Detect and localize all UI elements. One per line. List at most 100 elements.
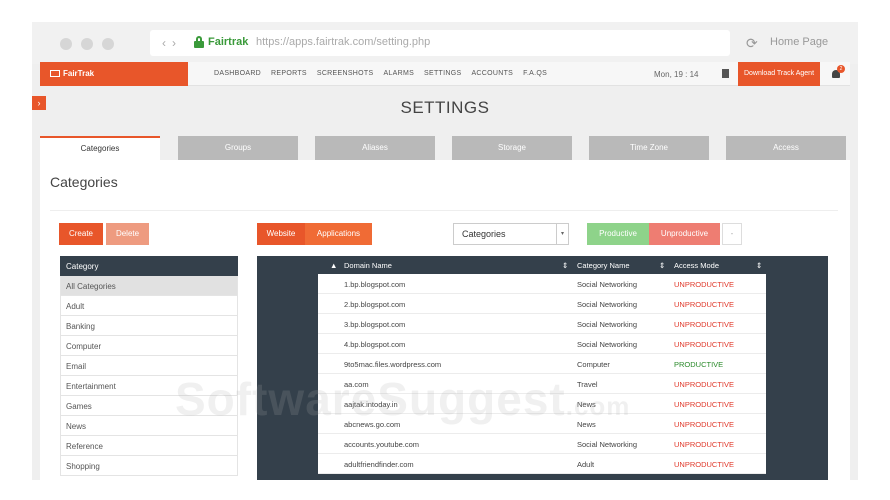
table-row[interactable]: 2.bp.blogspot.com Social Networking UNPROD… bbox=[318, 294, 766, 314]
settings-tabs: Categories Groups Aliases Storage Time Z… bbox=[40, 136, 850, 160]
list-item[interactable]: Computer bbox=[60, 336, 238, 356]
menu-dashboard[interactable]: DASHBOARD bbox=[214, 70, 261, 77]
list-item[interactable]: Banking bbox=[60, 316, 238, 336]
neutral-filter-button[interactable]: - bbox=[722, 223, 742, 245]
table-row[interactable]: adultfriendfinder.com Adult UNPRODUCTIVE bbox=[318, 454, 766, 474]
menu-accounts[interactable]: ACCOUNTS bbox=[471, 70, 513, 77]
download-agent-button[interactable]: Download Track Agent bbox=[738, 62, 820, 86]
menu-alarms[interactable]: ALARMS bbox=[383, 70, 414, 77]
domain-table: ▲ Domain Name ⇕ Category Name ⇕ Access M… bbox=[318, 256, 766, 474]
table-row[interactable]: 9to5mac.files.wordpress.com Computer PRODU… bbox=[318, 354, 766, 374]
window-close-dot[interactable] bbox=[60, 38, 72, 50]
table-row[interactable]: 1.bp.blogspot.com Social Networking UNPROD… bbox=[318, 274, 766, 294]
app-logo[interactable]: FairTrak bbox=[40, 62, 188, 86]
access-mode-cell: UNPRODUCTIVE bbox=[674, 320, 735, 329]
list-item[interactable]: Email bbox=[60, 356, 238, 376]
category-cell: Social Networking bbox=[577, 440, 638, 449]
list-item[interactable]: News bbox=[60, 416, 238, 436]
category-cell: Social Networking bbox=[577, 340, 638, 349]
domain-cell: 9to5mac.files.wordpress.com bbox=[344, 360, 442, 369]
category-list: Category All Categories Adult Banking Co… bbox=[60, 256, 238, 476]
access-mode-cell: UNPRODUCTIVE bbox=[674, 460, 735, 469]
sort-icon[interactable]: ⇕ bbox=[756, 261, 762, 270]
table-row[interactable]: aa.com Travel UNPRODUCTIVE bbox=[318, 374, 766, 394]
category-cell: Social Networking bbox=[577, 300, 638, 309]
unproductive-filter-button[interactable]: Unproductive bbox=[649, 223, 720, 245]
section-title: Categories bbox=[50, 174, 118, 190]
address-bar[interactable]: ‹› Fairtrak https://apps.fairtrak.com/se… bbox=[150, 30, 730, 56]
table-row[interactable]: 4.bp.blogspot.com Social Networking UNPROD… bbox=[318, 334, 766, 354]
browser-window: ‹› Fairtrak https://apps.fairtrak.com/se… bbox=[32, 22, 858, 480]
logo-text: FairTrak bbox=[63, 69, 95, 78]
list-item[interactable]: Adult bbox=[60, 296, 238, 316]
access-mode-cell: UNPRODUCTIVE bbox=[674, 440, 735, 449]
table-row[interactable]: accounts.youtube.com Social Networking UNP… bbox=[318, 434, 766, 454]
tab-aliases[interactable]: Aliases bbox=[315, 136, 435, 160]
page-title: SETTINGS bbox=[400, 98, 490, 117]
category-cell: News bbox=[577, 400, 596, 409]
category-select[interactable]: Categories ▾ bbox=[453, 223, 569, 245]
domain-panel: ▲ Domain Name ⇕ Category Name ⇕ Access M… bbox=[257, 256, 828, 480]
domain-cell: aa.com bbox=[344, 380, 369, 389]
domain-cell: 2.bp.blogspot.com bbox=[344, 300, 406, 309]
monitor-icon bbox=[50, 70, 60, 77]
access-mode-cell: UNPRODUCTIVE bbox=[674, 300, 735, 309]
window-maximize-dot[interactable] bbox=[102, 38, 114, 50]
menu-faqs[interactable]: F.A.QS bbox=[523, 70, 547, 77]
top-navbar: FairTrak DASHBOARD REPORTS SCREENSHOTS ALAR… bbox=[40, 62, 850, 86]
browser-chrome: ‹› Fairtrak https://apps.fairtrak.com/se… bbox=[32, 22, 858, 64]
table-row[interactable]: aajtak.intoday.in News UNPRODUCTIVE bbox=[318, 394, 766, 414]
list-item[interactable]: Entertainment bbox=[60, 376, 238, 396]
domain-cell: adultfriendfinder.com bbox=[344, 460, 414, 469]
menu-reports[interactable]: REPORTS bbox=[271, 70, 307, 77]
sort-icon[interactable]: ⇕ bbox=[562, 261, 568, 270]
column-domain-name[interactable]: Domain Name bbox=[344, 261, 392, 270]
list-item[interactable]: All Categories bbox=[60, 276, 238, 296]
list-item[interactable]: Shopping bbox=[60, 456, 238, 476]
column-category-name[interactable]: Category Name bbox=[577, 261, 630, 270]
domain-cell: 3.bp.blogspot.com bbox=[344, 320, 406, 329]
access-mode-cell: UNPRODUCTIVE bbox=[674, 380, 735, 389]
list-item[interactable]: Games bbox=[60, 396, 238, 416]
sort-icon[interactable]: ⇕ bbox=[659, 261, 665, 270]
sort-asc-icon[interactable]: ▲ bbox=[330, 261, 337, 270]
reload-icon[interactable]: ⟳ bbox=[746, 35, 758, 52]
table-row[interactable]: 3.bp.blogspot.com Social Networking UNPROD… bbox=[318, 314, 766, 334]
category-cell: Computer bbox=[577, 360, 610, 369]
access-mode-cell: UNPRODUCTIVE bbox=[674, 340, 735, 349]
access-mode-cell: UNPRODUCTIVE bbox=[674, 280, 735, 289]
content-panel: Categories Create Delete Website Applica… bbox=[40, 160, 850, 480]
tab-groups[interactable]: Groups bbox=[178, 136, 298, 160]
home-page-link[interactable]: Home Page bbox=[770, 36, 828, 48]
domain-cell: abcnews.go.com bbox=[344, 420, 401, 429]
domain-table-header: ▲ Domain Name ⇕ Category Name ⇕ Access M… bbox=[318, 256, 766, 274]
applications-toggle-button[interactable]: Applications bbox=[305, 223, 372, 245]
productive-filter-button[interactable]: Productive bbox=[587, 223, 649, 245]
access-mode-cell: UNPRODUCTIVE bbox=[674, 420, 735, 429]
create-button[interactable]: Create bbox=[59, 223, 103, 245]
menu-screenshots[interactable]: SCREENSHOTS bbox=[317, 70, 374, 77]
lock-icon bbox=[194, 36, 204, 48]
category-cell: Social Networking bbox=[577, 320, 638, 329]
domain-cell: 4.bp.blogspot.com bbox=[344, 340, 406, 349]
website-toggle-button[interactable]: Website bbox=[257, 223, 305, 245]
chevron-down-icon[interactable]: ▾ bbox=[556, 224, 568, 244]
window-minimize-dot[interactable] bbox=[81, 38, 93, 50]
list-item[interactable]: Reference bbox=[60, 436, 238, 456]
menu-settings[interactable]: SETTINGS bbox=[424, 70, 461, 77]
main-menu: DASHBOARD REPORTS SCREENSHOTS ALARMS SETTING… bbox=[214, 70, 557, 77]
tab-categories[interactable]: Categories bbox=[40, 136, 160, 160]
access-mode-cell: PRODUCTIVE bbox=[674, 360, 724, 369]
category-select-value: Categories bbox=[462, 229, 506, 239]
column-access-mode[interactable]: Access Mode bbox=[674, 261, 719, 270]
tab-storage[interactable]: Storage bbox=[452, 136, 572, 160]
table-row[interactable]: abcnews.go.com News UNPRODUCTIVE bbox=[318, 414, 766, 434]
document-icon[interactable] bbox=[722, 69, 729, 78]
tab-time-zone[interactable]: Time Zone bbox=[589, 136, 709, 160]
tab-access[interactable]: Access bbox=[726, 136, 846, 160]
delete-button[interactable]: Delete bbox=[106, 223, 149, 245]
site-name: Fairtrak bbox=[208, 36, 249, 48]
domain-cell: aajtak.intoday.in bbox=[344, 400, 398, 409]
category-cell: Adult bbox=[577, 460, 595, 469]
back-forward-icon[interactable]: ‹› bbox=[162, 36, 182, 50]
